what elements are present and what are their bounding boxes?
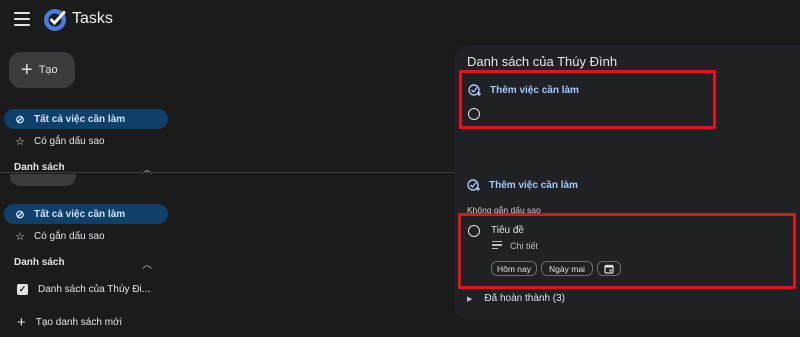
- date-chip-today[interactable]: Hôm nay: [491, 261, 537, 276]
- sidebar-item-label: Có gắn dấu sao: [34, 230, 105, 242]
- add-task-label: Thêm việc cần làm: [490, 84, 579, 96]
- task-complete-circle-icon[interactable]: [468, 108, 480, 120]
- sidebar-item-all-tasks[interactable]: ⊘ Tất cả việc cần làm: [4, 204, 168, 224]
- highlight-box: [459, 70, 716, 129]
- add-task-button[interactable]: Thêm việc cần làm: [468, 83, 579, 97]
- sidebar-item-all-tasks[interactable]: ⊘ Tất cả việc cần làm: [4, 109, 168, 129]
- sidebar-item-starred[interactable]: ☆ Có gắn dấu sao: [4, 226, 168, 246]
- add-task-button[interactable]: Thêm việc cần làm: [467, 178, 578, 192]
- create-button-label: Tạo: [38, 64, 58, 76]
- sidebar-item-label: Có gắn dấu sao: [34, 135, 105, 147]
- chevron-up-icon[interactable]: ︿: [142, 161, 152, 176]
- caret-right-icon: ▶: [467, 295, 473, 303]
- task-complete-circle-icon[interactable]: [468, 225, 480, 237]
- add-task-icon: [468, 84, 481, 96]
- plus-icon: +: [17, 314, 26, 331]
- task-check-icon: ⊘: [15, 113, 25, 126]
- create-button-partial: [10, 174, 76, 186]
- calendar-icon: [604, 264, 614, 274]
- task-title-input[interactable]: Tiêu đề: [491, 225, 524, 236]
- plus-icon: +: [21, 59, 33, 81]
- star-icon: ☆: [15, 230, 25, 243]
- add-task-label: Thêm việc cần làm: [489, 179, 578, 191]
- task-details-input[interactable]: Chi tiết: [492, 241, 538, 251]
- tasks-logo-icon: [44, 9, 66, 31]
- details-placeholder: Chi tiết: [510, 241, 539, 251]
- lists-section-header: Danh sách: [14, 257, 65, 268]
- app-title: Tasks: [72, 10, 113, 27]
- list-item-label: Danh sách của Thúy Đi...: [38, 284, 151, 295]
- calendar-chip[interactable]: [597, 261, 621, 276]
- new-list-label: Tạo danh sách mới: [35, 317, 122, 328]
- list-title: Danh sách của Thúy Đình: [467, 54, 618, 69]
- sidebar-item-label: Tất cả việc cần làm: [34, 113, 126, 125]
- list-item[interactable]: ✓ Danh sách của Thúy Đi...: [17, 284, 150, 295]
- date-chip-tomorrow[interactable]: Ngày mai: [541, 261, 593, 276]
- checkbox-checked-icon[interactable]: ✓: [17, 284, 28, 295]
- task-check-icon: ⊘: [15, 208, 25, 221]
- sidebar-item-label: Tất cả việc cần làm: [34, 208, 126, 220]
- add-task-icon: [467, 179, 480, 191]
- create-button[interactable]: + Tạo: [9, 52, 75, 88]
- completed-section-toggle[interactable]: ▶ Đã hoàn thành (3): [467, 293, 565, 304]
- chevron-up-icon[interactable]: ︿: [142, 256, 152, 271]
- new-list-button[interactable]: + Tạo danh sách mới: [17, 315, 122, 330]
- star-icon: ☆: [15, 135, 25, 148]
- sidebar-item-starred[interactable]: ☆ Có gắn dấu sao: [4, 131, 168, 151]
- menu-icon[interactable]: [14, 12, 30, 26]
- completed-label: Đã hoàn thành (3): [484, 293, 566, 304]
- notes-icon: [492, 241, 502, 251]
